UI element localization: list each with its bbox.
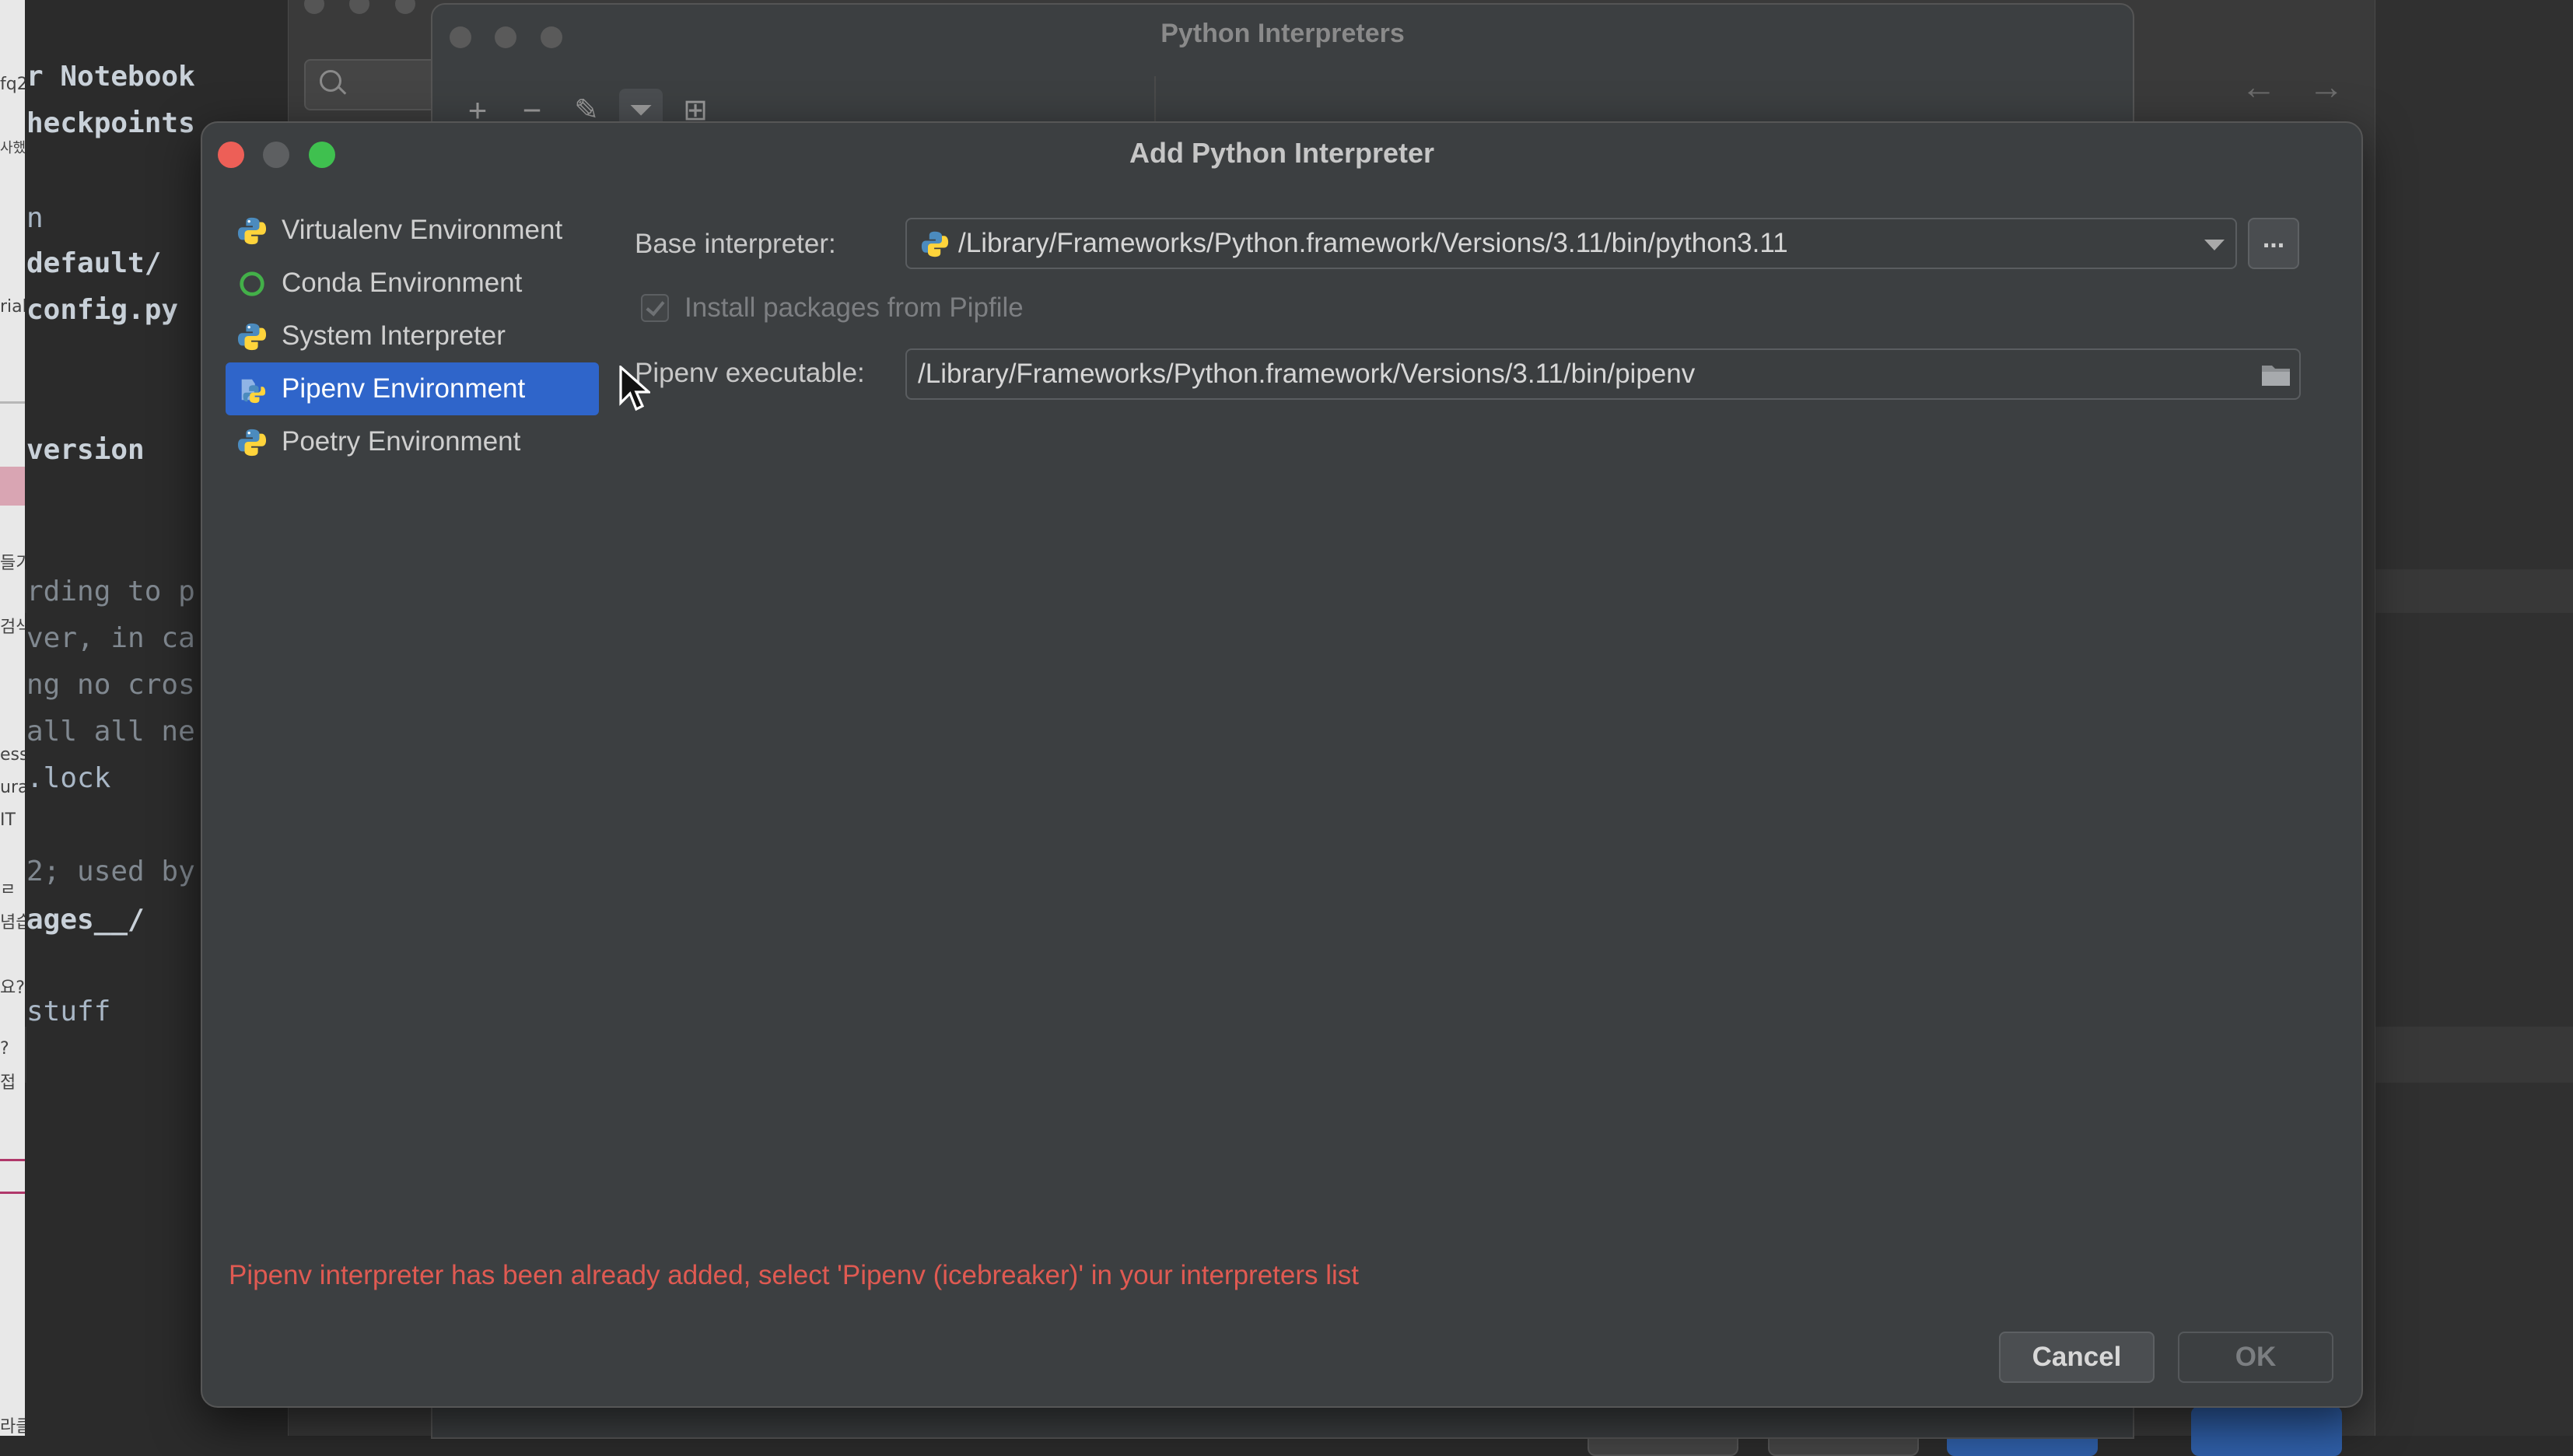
code-line: default/	[26, 247, 162, 279]
settings-nav: ← →	[2241, 65, 2366, 107]
gutter-marker	[0, 401, 25, 404]
editor-highlight-band	[2374, 569, 2573, 613]
gutter-fragment: IT	[0, 810, 16, 830]
env-item-pipenv[interactable]: Pipenv Environment	[226, 362, 599, 415]
environment-type-list: Virtualenv Environment Conda Environment…	[226, 204, 599, 468]
pipenv-icon	[241, 379, 266, 404]
interpreters-window-title: Python Interpreters	[1160, 19, 1405, 48]
forward-arrow-icon[interactable]: →	[2309, 66, 2344, 107]
window-maximize-button[interactable]	[394, 0, 415, 14]
editor-code-area: r Notebook heckpoints n default/ config.…	[26, 0, 229, 1436]
pipenv-executable-value: /Library/Frameworks/Python.framework/Ver…	[918, 359, 1696, 389]
search-icon	[320, 70, 341, 92]
base-interpreter-value: /Library/Frameworks/Python.framework/Ver…	[958, 228, 1788, 258]
gutter-fragment: 념습	[0, 913, 25, 933]
poetry-icon	[237, 429, 267, 457]
gutter-fragment: 라클	[0, 1417, 25, 1437]
code-line: 2; used by	[26, 856, 195, 887]
window-close-button[interactable]	[304, 0, 324, 14]
gutter-fragment: 들기	[0, 554, 25, 573]
gutter-fragment: 요?	[0, 978, 25, 998]
env-item-system[interactable]: System Interpreter	[226, 310, 599, 362]
gutter-fragment: 검색	[0, 618, 25, 637]
gutter-fragment: 사했	[0, 140, 25, 156]
conda-icon	[240, 271, 264, 296]
settings-search-input[interactable]	[304, 59, 439, 110]
base-interpreter-dropdown[interactable]: /Library/Frameworks/Python.framework/Ver…	[905, 218, 2237, 269]
add-python-interpreter-dialog: Add Python Interpreter Virtualenv Enviro…	[201, 121, 2363, 1408]
python-icon	[237, 217, 267, 245]
env-item-label: Poetry Environment	[282, 426, 521, 457]
folder-icon[interactable]	[2260, 362, 2291, 387]
code-line: stuff	[26, 996, 111, 1027]
env-item-label: System Interpreter	[282, 320, 506, 351]
editor-gutter: fq2 사했 rial 들기 검색 ess ura IT ㄹ 념습 요? ? 접…	[0, 0, 25, 1437]
code-line: n	[26, 202, 44, 234]
dialog-title: Add Python Interpreter	[1129, 137, 1435, 169]
code-line: all all ne	[26, 716, 195, 747]
gutter-fragment: ura	[0, 778, 25, 797]
install-packages-label: Install packages from Pipfile	[684, 292, 1024, 323]
pipenv-executable-field[interactable]: /Library/Frameworks/Python.framework/Ver…	[905, 348, 2301, 400]
back-arrow-icon[interactable]: ←	[2241, 66, 2277, 107]
code-line: heckpoints	[26, 107, 195, 139]
mouse-cursor-icon	[619, 366, 650, 411]
gutter-fragment: 접	[0, 1073, 16, 1093]
env-item-conda[interactable]: Conda Environment	[226, 257, 599, 310]
pipenv-executable-label: Pipenv executable:	[635, 358, 865, 388]
editor-highlight-band	[2374, 1027, 2573, 1083]
settings-ok-button[interactable]	[2191, 1406, 2342, 1456]
window-minimize-button[interactable]	[349, 0, 370, 14]
cancel-button[interactable]: Cancel	[1999, 1332, 2155, 1383]
code-line: .lock	[26, 762, 111, 794]
env-item-virtualenv[interactable]: Virtualenv Environment	[226, 204, 599, 257]
gutter-fragment: ess	[0, 745, 25, 765]
gutter-fragment: rial	[0, 297, 25, 317]
checkmark-icon	[646, 296, 665, 317]
ok-button[interactable]: OK	[2178, 1332, 2333, 1383]
gutter-marker	[0, 1192, 25, 1194]
code-line: config.py	[26, 294, 179, 326]
python-icon	[921, 231, 949, 257]
gutter-fragment: fq2	[0, 75, 25, 94]
settings-window-controls	[304, 0, 437, 18]
code-line: ages__/	[26, 904, 145, 936]
install-packages-checkbox[interactable]	[641, 294, 669, 322]
error-message: Pipenv interpreter has been already adde…	[229, 1260, 1360, 1290]
gutter-fragment: ?	[0, 1039, 9, 1059]
chevron-down-icon[interactable]	[2204, 240, 2225, 250]
code-line: ver, in ca	[26, 622, 195, 654]
gutter-marker	[0, 467, 25, 506]
base-interpreter-label: Base interpreter:	[635, 229, 836, 259]
code-line: ng no cros	[26, 669, 195, 701]
browse-base-interpreter-button[interactable]: ...	[2248, 218, 2299, 269]
env-item-label: Pipenv Environment	[282, 373, 526, 404]
code-line: r Notebook	[26, 61, 195, 93]
editor-right-strip	[2374, 0, 2573, 1436]
code-line: version	[26, 434, 145, 466]
code-line: rding to p	[26, 576, 195, 607]
env-item-label: Conda Environment	[282, 268, 523, 298]
gutter-marker	[0, 1159, 25, 1161]
gutter-fragment: ㄹ	[0, 880, 16, 900]
env-item-label: Virtualenv Environment	[282, 215, 563, 245]
env-item-poetry[interactable]: Poetry Environment	[226, 415, 599, 468]
python-icon	[237, 323, 267, 351]
